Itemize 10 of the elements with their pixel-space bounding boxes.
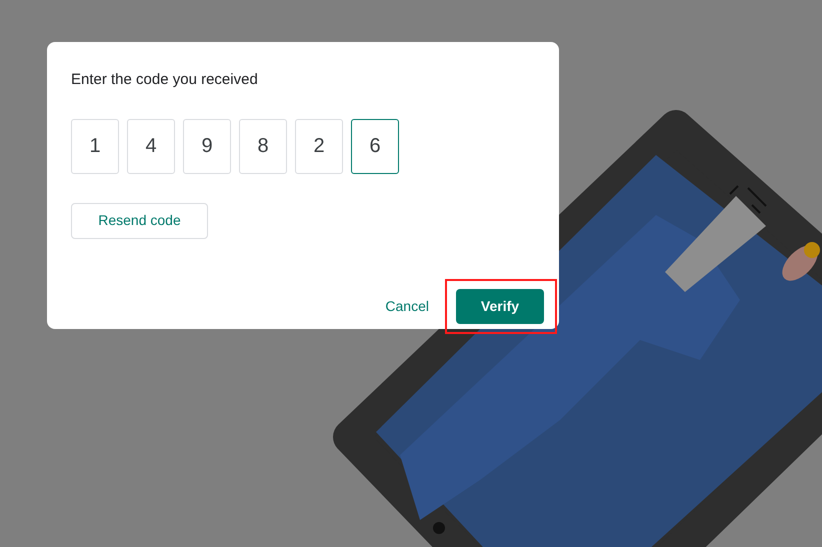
- code-digit-field[interactable]: 8: [239, 118, 287, 174]
- dialog-title: Enter the code you received: [71, 70, 259, 90]
- code-digit-field[interactable]: 1: [71, 118, 119, 174]
- verify-button[interactable]: Verify: [456, 288, 544, 324]
- cancel-button[interactable]: Cancel: [377, 296, 437, 316]
- code-digit-field[interactable]: 2: [295, 118, 343, 174]
- code-digit-field[interactable]: 9: [183, 118, 231, 174]
- resend-code-button[interactable]: Resend code: [71, 202, 208, 238]
- code-digit-field[interactable]: 6: [351, 118, 399, 174]
- code-digit-field[interactable]: 4: [127, 118, 175, 174]
